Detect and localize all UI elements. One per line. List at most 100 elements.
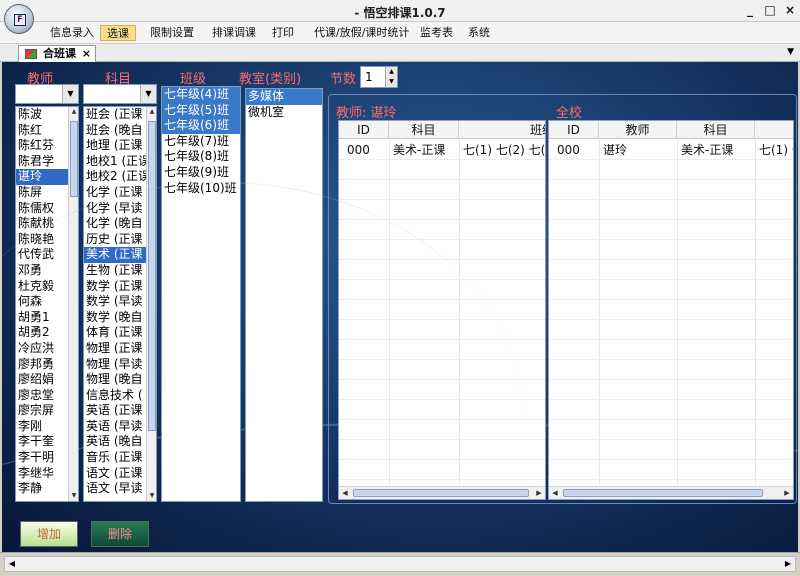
subject-list-item[interactable]: 化学 (晚自 [84, 216, 156, 232]
subject-filter-combo[interactable]: ▼ [83, 84, 157, 104]
workspace-hscrollbar[interactable]: ◀ ▶ [4, 556, 796, 572]
scroll-thumb[interactable] [148, 121, 156, 431]
room-list-item[interactable]: 多媒体 [246, 89, 322, 105]
room-list-item[interactable]: 微机室 [246, 105, 322, 121]
scroll-right-icon[interactable]: ▶ [533, 487, 545, 499]
subject-list-item[interactable]: 数学 (晚自 [84, 310, 156, 326]
teacher-list[interactable]: 陈波 陈红 陈红芬 陈君学 谌玲 陈屏 陈儒权 陈献桃 陈晓艳 代传武 邓勇 杜克毅 何森 胡勇1 胡勇2 冷… [15, 106, 79, 502]
subject-list-item[interactable]: 美术 (正课 [84, 247, 156, 263]
teacher-list-item[interactable]: 胡勇2 [16, 325, 78, 341]
subject-list-item[interactable]: 历史 (正课 [84, 232, 156, 248]
teacher-grid-hscrollbar[interactable]: ◀ ▶ [339, 486, 545, 499]
subject-list-item[interactable]: 物理 (晚自 [84, 372, 156, 388]
teacher-list-item[interactable]: 邓勇 [16, 263, 78, 279]
grid-cell-class[interactable]: 七(1) 七(2) 七(3) [459, 140, 545, 160]
class-list-item[interactable]: 七年级(6)班 [162, 118, 240, 134]
scroll-down-icon[interactable]: ▼ [69, 491, 78, 501]
scroll-right-icon[interactable]: ▶ [781, 557, 795, 571]
col-teacher[interactable]: 教师 [599, 121, 677, 139]
teacher-list-item[interactable]: 代传武 [16, 247, 78, 263]
menu-print[interactable]: 打印 [266, 25, 300, 41]
teacher-list-item[interactable]: 李干奎 [16, 434, 78, 450]
teacher-list-item[interactable]: 廖忠堂 [16, 388, 78, 404]
subject-list-item[interactable]: 物理 (正课 [84, 341, 156, 357]
teacher-list-item[interactable]: 陈献桃 [16, 216, 78, 232]
col-class[interactable]: 班级 [459, 121, 545, 139]
periods-spinner[interactable]: 1 ▲ ▼ [360, 66, 398, 88]
teacher-list-item[interactable]: 廖绍娟 [16, 372, 78, 388]
tab-close-icon[interactable]: × [82, 46, 91, 61]
teacher-course-grid[interactable]: ID 科目 班级 000 美术-正课 七(1) 七(2) 七(3) ◀ ▶ [338, 120, 546, 500]
class-list-item[interactable]: 七年级(10)班 [162, 181, 240, 197]
teacher-list-item[interactable]: 李刚 [16, 419, 78, 435]
menu-system[interactable]: 系统 [462, 25, 496, 41]
maximize-button[interactable]: □ [762, 3, 778, 19]
col-subject[interactable]: 科目 [677, 121, 755, 139]
tab-combined-class[interactable]: 合班课 × [18, 45, 96, 62]
class-list-item[interactable]: 七年级(4)班 [162, 87, 240, 103]
subject-list-scrollbar[interactable]: ▲ ▼ [146, 107, 156, 501]
menu-exam-table[interactable]: 监考表 [414, 25, 459, 41]
teacher-list-item[interactable]: 胡勇1 [16, 310, 78, 326]
tab-list-arrow-icon[interactable]: ▼ [787, 47, 794, 57]
subject-list-item[interactable]: 语文 (早读 [84, 481, 156, 497]
spin-down-icon[interactable]: ▼ [385, 77, 397, 87]
subject-list-item[interactable]: 生物 (正课 [84, 263, 156, 279]
subject-list-item[interactable]: 数学 (早读 [84, 294, 156, 310]
subject-list[interactable]: 班会 (正课 班会 (晚自 地理 (正课 地校1 (正误 地校2 (正误 化学 (正课 化学… [83, 106, 157, 502]
delete-button[interactable]: 删除 [91, 521, 149, 547]
subject-list-item[interactable]: 数学 (正课 [84, 279, 156, 295]
close-button[interactable]: × [782, 3, 798, 19]
grid-cell-subject[interactable]: 美术-正课 [677, 140, 755, 160]
subject-list-item[interactable]: 化学 (早读 [84, 201, 156, 217]
scroll-left-icon[interactable]: ◀ [5, 557, 19, 571]
scroll-left-icon[interactable]: ◀ [339, 487, 351, 499]
menu-scheduling[interactable]: 排课调课 [206, 25, 262, 41]
school-grid-hscrollbar[interactable]: ◀ ▶ [549, 486, 793, 499]
menu-restrictions[interactable]: 限制设置 [144, 25, 200, 41]
menu-info-entry[interactable]: 信息录入 [44, 25, 100, 41]
room-list[interactable]: 多媒体 微机室 [245, 88, 323, 502]
subject-list-item[interactable]: 语文 (正课 [84, 466, 156, 482]
scroll-up-icon[interactable]: ▲ [147, 107, 156, 117]
teacher-filter-combo[interactable]: ▼ [15, 84, 79, 104]
teacher-list-item[interactable]: 杜克毅 [16, 279, 78, 295]
col-id[interactable]: ID [339, 121, 389, 139]
class-list-item[interactable]: 七年级(9)班 [162, 165, 240, 181]
class-list-item[interactable]: 七年级(5)班 [162, 102, 240, 119]
col-subject[interactable]: 科目 [389, 121, 459, 139]
app-logo-icon[interactable]: F [4, 4, 34, 34]
teacher-list-item[interactable]: 廖邦勇 [16, 357, 78, 373]
col-id[interactable]: ID [549, 121, 599, 139]
grid-cell-teacher[interactable]: 谌玲 [599, 140, 677, 160]
class-list-item[interactable]: 七年级(8)班 [162, 149, 240, 165]
class-list-item[interactable]: 七年级(7)班 [162, 134, 240, 150]
subject-list-item[interactable]: 英语 (正课 [84, 403, 156, 419]
scroll-right-icon[interactable]: ▶ [781, 487, 793, 499]
chevron-down-icon[interactable]: ▼ [140, 85, 156, 103]
scroll-thumb[interactable] [353, 489, 529, 497]
chevron-down-icon[interactable]: ▼ [62, 85, 78, 103]
scroll-thumb[interactable] [70, 121, 78, 197]
scroll-thumb[interactable] [563, 489, 763, 497]
subject-list-item[interactable]: 英语 (晚自 [84, 434, 156, 450]
teacher-list-item[interactable]: 李继华 [16, 466, 78, 482]
teacher-list-item[interactable]: 陈晓艳 [16, 232, 78, 248]
menu-course-selection[interactable]: 选课 [100, 25, 136, 41]
subject-list-item[interactable]: 英语 (早读 [84, 419, 156, 435]
grid-cell-id[interactable]: 000 [553, 140, 580, 160]
subject-list-item[interactable]: 物理 (早读 [84, 357, 156, 373]
subject-list-item[interactable]: 音乐 (正课 [84, 450, 156, 466]
subject-list-item[interactable]: 体育 (正课 [84, 325, 156, 341]
scroll-up-icon[interactable]: ▲ [69, 107, 78, 117]
menu-substitute-stats[interactable]: 代课/放假/课时统计 [308, 25, 415, 41]
teacher-list-item[interactable]: 何森 [16, 294, 78, 310]
grid-cell-id[interactable]: 000 [343, 140, 370, 160]
scroll-left-icon[interactable]: ◀ [549, 487, 561, 499]
teacher-list-item[interactable]: 李静 [16, 481, 78, 497]
teacher-list-item[interactable]: 李干明 [16, 450, 78, 466]
school-course-grid[interactable]: ID 教师 科目 000 谌玲 美术-正课 七(1) 七 ◀ ▶ [548, 120, 794, 500]
scroll-down-icon[interactable]: ▼ [147, 491, 156, 501]
grid-cell-subject[interactable]: 美术-正课 [389, 140, 459, 160]
spin-up-icon[interactable]: ▲ [385, 67, 397, 77]
